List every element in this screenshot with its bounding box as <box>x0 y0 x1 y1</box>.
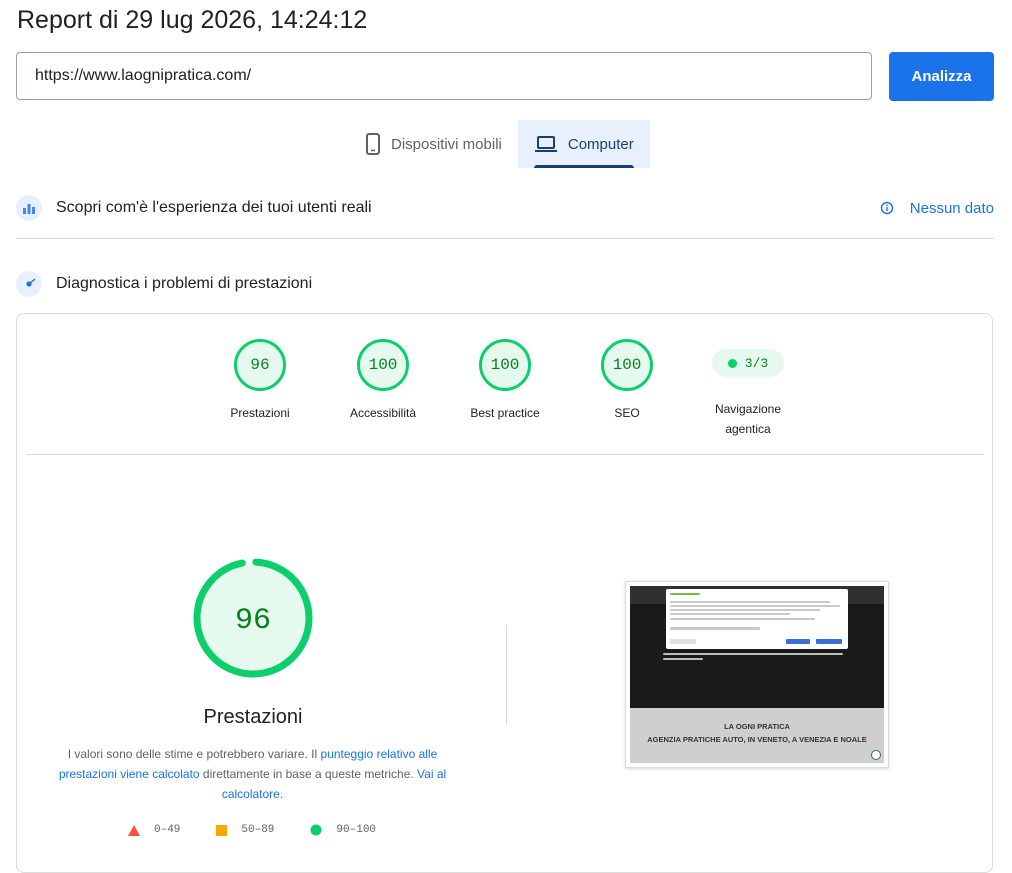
screenshot-banner: LA OGNI PRATICA AGENZIA PRATICHE AUTO, I… <box>630 708 884 763</box>
desc-text-1: I valori sono delle stime e potrebbero v… <box>67 747 321 761</box>
page-screenshot[interactable]: LA OGNI PRATICA AGENZIA PRATICHE AUTO, I… <box>625 581 889 768</box>
device-tabs: Dispositivi mobili Computer <box>349 120 650 168</box>
triangle-icon <box>128 824 140 836</box>
vertical-divider <box>506 625 507 725</box>
legend-range: 90–100 <box>336 824 377 836</box>
smartphone-icon <box>366 133 380 155</box>
square-icon <box>216 824 228 836</box>
tab-desktop[interactable]: Computer <box>517 120 650 168</box>
gauge-seo[interactable]: 100 SEO <box>572 339 682 423</box>
legend-pass: 90–100 <box>310 824 376 836</box>
tab-mobile[interactable]: Dispositivi mobili <box>349 120 518 168</box>
screenshot-image: LA OGNI PRATICA AGENZIA PRATICHE AUTO, I… <box>630 586 884 763</box>
score-legend: 0–49 50–89 90–100 <box>128 824 412 836</box>
agentic-badge: 3/3 <box>712 349 784 377</box>
no-data-label: Nessun dato <box>909 199 994 217</box>
pass-dot-icon <box>727 358 737 368</box>
legend-range: 50–89 <box>241 824 275 836</box>
performance-gauge: 96 <box>193 558 313 678</box>
agentic-score: 3/3 <box>744 355 769 371</box>
diagnostics-label: Diagnostica i problemi di prestazioni <box>56 275 313 292</box>
gauge-label: Best practice <box>470 406 540 420</box>
gauge-accessibility[interactable]: 100 Accessibilità <box>328 339 438 423</box>
lighthouse-icon <box>16 271 42 297</box>
url-field[interactable] <box>16 52 872 100</box>
desc-text-2: direttamente in base a queste metriche. <box>199 767 418 781</box>
screenshot-line-1: LA OGNI PRATICA <box>724 722 790 731</box>
page-title: Report di 29 lug 2026, 14:24:12 <box>17 6 368 34</box>
gauge-agentic[interactable]: 3/3 Navigazione agentica <box>693 340 803 439</box>
gauge-score: 100 <box>601 339 653 391</box>
users-chart-icon <box>16 195 42 221</box>
tab-mobile-label: Dispositivi mobili <box>391 135 502 153</box>
card-divider <box>26 454 984 455</box>
section-divider <box>16 238 994 239</box>
circle-icon <box>310 824 322 836</box>
agentic-label: Navigazione agentica <box>714 402 782 436</box>
legend-range: 0–49 <box>154 824 181 836</box>
tab-desktop-label: Computer <box>567 135 634 153</box>
screenshot-badge-icon <box>871 750 881 760</box>
gauge-score: 96 <box>234 339 286 391</box>
performance-title: Prestazioni <box>203 706 303 728</box>
gauge-label: Prestazioni <box>230 406 290 420</box>
legend-fail: 0–49 <box>128 824 180 836</box>
gauge-label: SEO <box>614 406 640 420</box>
analyze-button[interactable]: Analizza <box>889 52 994 101</box>
real-users-section[interactable]: Scopri com'è l'esperienza dei tuoi utent… <box>16 195 994 221</box>
screenshot-line-2: AGENZIA PRATICHE AUTO, IN VENETO, A VENE… <box>647 735 867 744</box>
performance-score: 96 <box>235 604 271 638</box>
screenshot-cookie-dialog <box>666 589 848 649</box>
gauge-score: 100 <box>479 339 531 391</box>
legend-average: 50–89 <box>216 824 274 836</box>
performance-description: I valori sono delle stime e potrebbero v… <box>50 744 455 804</box>
laptop-icon <box>534 136 557 152</box>
real-users-label: Scopri com'è l'esperienza dei tuoi utent… <box>56 199 372 216</box>
url-input[interactable] <box>33 66 837 86</box>
gauge-label: Accessibilità <box>349 406 417 420</box>
gauge-performance[interactable]: 96 Prestazioni <box>205 339 315 423</box>
gauge-best-practices[interactable]: 100 Best practice <box>450 339 560 423</box>
diagnostics-section: Diagnostica i problemi di prestazioni <box>16 271 994 297</box>
no-data-status[interactable]: Nessun dato <box>880 200 994 217</box>
info-icon <box>880 201 893 215</box>
gauge-score: 100 <box>357 339 409 391</box>
